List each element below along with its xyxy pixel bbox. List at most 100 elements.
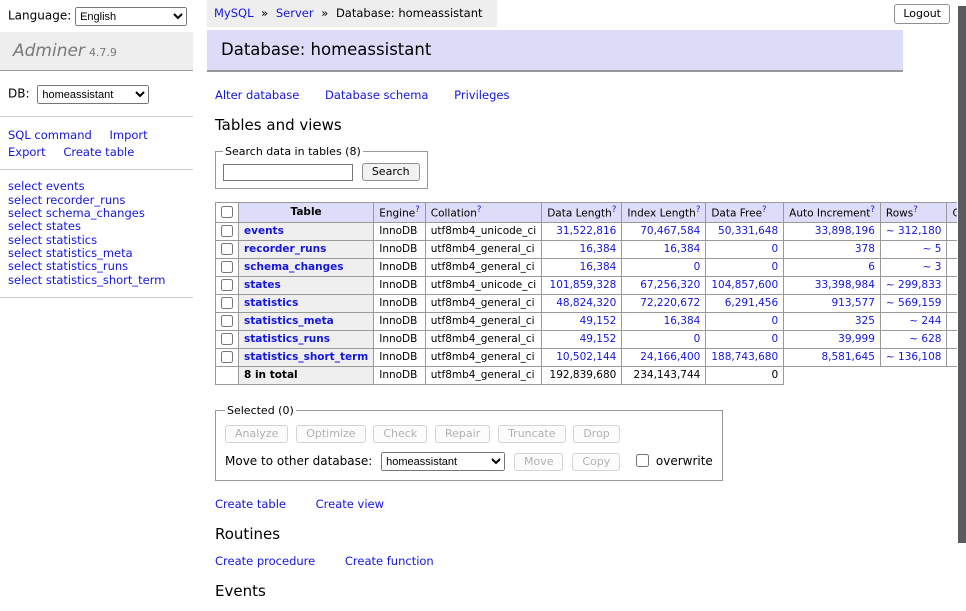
- data-free-link[interactable]: 0: [771, 333, 778, 345]
- rows-link[interactable]: ~ 136,108: [886, 351, 942, 363]
- copy-button[interactable]: Copy: [572, 453, 620, 471]
- index-length-link[interactable]: 67,256,320: [640, 279, 700, 291]
- sidebar-link-sql-command[interactable]: SQL command: [8, 128, 92, 142]
- optimize-button[interactable]: Optimize: [296, 425, 365, 443]
- index-length-link[interactable]: 0: [694, 261, 701, 273]
- index-length-link[interactable]: 24,166,400: [640, 351, 700, 363]
- row-checkbox[interactable]: [221, 315, 233, 327]
- table-link[interactable]: statistics_runs: [244, 333, 330, 345]
- auto-increment-link[interactable]: 913,577: [832, 297, 875, 309]
- data-length-link[interactable]: 31,522,816: [556, 225, 616, 237]
- database-schema-link[interactable]: Database schema: [325, 88, 428, 102]
- row-checkbox[interactable]: [221, 279, 233, 291]
- data-length-link[interactable]: 101,859,328: [550, 279, 617, 291]
- auto-increment-link[interactable]: 378: [855, 243, 875, 255]
- sidebar-link-import[interactable]: Import: [109, 128, 147, 142]
- data-length-link[interactable]: 16,384: [580, 243, 617, 255]
- logout-button[interactable]: Logout: [894, 4, 950, 24]
- sidebar-select-statistics-meta[interactable]: select statistics_meta: [8, 247, 185, 260]
- help-icon[interactable]: ?: [612, 205, 617, 215]
- language-select[interactable]: English: [75, 7, 187, 26]
- sidebar-select-statistics-short-term[interactable]: select statistics_short_term: [8, 274, 185, 287]
- index-length-link[interactable]: 16,384: [664, 243, 701, 255]
- index-length-link[interactable]: 70,467,584: [640, 225, 700, 237]
- data-free-link[interactable]: 6,291,456: [725, 297, 778, 309]
- sidebar-select-recorder-runs[interactable]: select recorder_runs: [8, 194, 185, 207]
- breadcrumb-mysql[interactable]: MySQL: [214, 6, 254, 20]
- data-length-link[interactable]: 16,384: [580, 261, 617, 273]
- rows-link[interactable]: ~ 628: [909, 333, 941, 345]
- rows-link[interactable]: ~ 244: [909, 315, 941, 327]
- data-free-link[interactable]: 104,857,600: [711, 279, 778, 291]
- sidebar-link-create-table[interactable]: Create table: [63, 145, 134, 159]
- auto-increment-link[interactable]: 33,898,196: [815, 225, 875, 237]
- create-table-link[interactable]: Create table: [215, 497, 286, 511]
- repair-button[interactable]: Repair: [435, 425, 490, 443]
- sidebar-select-schema-changes[interactable]: select schema_changes: [8, 207, 185, 220]
- rows-link[interactable]: ~ 299,833: [886, 279, 942, 291]
- rows-link[interactable]: ~ 5: [923, 243, 942, 255]
- row-checkbox[interactable]: [221, 333, 233, 345]
- sidebar-select-events[interactable]: select events: [8, 180, 185, 193]
- index-length-link[interactable]: 72,220,672: [640, 297, 700, 309]
- data-free-link[interactable]: 0: [771, 261, 778, 273]
- adminer-logo[interactable]: Adminer: [13, 41, 85, 61]
- table-link[interactable]: statistics_short_term: [244, 351, 368, 363]
- rows-link[interactable]: ~ 3: [923, 261, 942, 273]
- overwrite-checkbox[interactable]: [636, 454, 649, 467]
- analyze-button[interactable]: Analyze: [225, 425, 288, 443]
- table-link[interactable]: states: [244, 279, 281, 291]
- table-link[interactable]: statistics_meta: [244, 315, 334, 327]
- rows-link[interactable]: ~ 569,159: [886, 297, 942, 309]
- search-input[interactable]: [223, 164, 353, 181]
- row-checkbox[interactable]: [221, 261, 233, 273]
- auto-increment-link[interactable]: 39,999: [838, 333, 875, 345]
- row-checkbox[interactable]: [221, 243, 233, 255]
- scrollbar-thumb[interactable]: [958, 6, 966, 543]
- auto-increment-link[interactable]: 325: [855, 315, 875, 327]
- sidebar-link-export[interactable]: Export: [8, 145, 46, 159]
- index-length-link[interactable]: 16,384: [664, 315, 701, 327]
- row-checkbox[interactable]: [221, 297, 233, 309]
- version-link[interactable]: 4.7.9: [89, 46, 117, 59]
- sidebar-select-statistics-runs[interactable]: select statistics_runs: [8, 260, 185, 273]
- auto-increment-link[interactable]: 8,581,645: [821, 351, 874, 363]
- row-checkbox[interactable]: [221, 351, 233, 363]
- rows-link[interactable]: ~ 312,180: [886, 225, 942, 237]
- table-link[interactable]: schema_changes: [244, 261, 344, 273]
- data-length-link[interactable]: 49,152: [580, 333, 617, 345]
- create-function-link[interactable]: Create function: [345, 554, 434, 568]
- select-all-checkbox[interactable]: [221, 206, 233, 218]
- db-select[interactable]: homeassistant: [37, 85, 149, 104]
- move-database-select[interactable]: homeassistant: [381, 452, 505, 471]
- sidebar-select-states[interactable]: select states: [8, 220, 185, 233]
- drop-button[interactable]: Drop: [573, 425, 619, 443]
- create-procedure-link[interactable]: Create procedure: [215, 554, 315, 568]
- help-icon[interactable]: ?: [870, 205, 875, 215]
- privileges-link[interactable]: Privileges: [454, 88, 509, 102]
- move-button[interactable]: Move: [514, 453, 564, 471]
- data-length-link[interactable]: 10,502,144: [556, 351, 616, 363]
- auto-increment-link[interactable]: 33,398,984: [815, 279, 875, 291]
- index-length-link[interactable]: 0: [694, 333, 701, 345]
- table-link[interactable]: events: [244, 225, 284, 237]
- search-button[interactable]: Search: [362, 163, 420, 181]
- help-icon[interactable]: ?: [913, 205, 918, 215]
- help-icon[interactable]: ?: [415, 205, 420, 215]
- row-checkbox[interactable]: [221, 225, 233, 237]
- help-icon[interactable]: ?: [477, 205, 482, 215]
- data-free-link[interactable]: 188,743,680: [711, 351, 778, 363]
- help-icon[interactable]: ?: [696, 205, 701, 215]
- alter-database-link[interactable]: Alter database: [215, 88, 299, 102]
- help-icon[interactable]: ?: [762, 205, 767, 215]
- data-free-link[interactable]: 0: [771, 315, 778, 327]
- table-link[interactable]: recorder_runs: [244, 243, 326, 255]
- data-free-link[interactable]: 0: [771, 243, 778, 255]
- sidebar-select-statistics[interactable]: select statistics: [8, 234, 185, 247]
- create-view-link[interactable]: Create view: [316, 497, 384, 511]
- truncate-button[interactable]: Truncate: [498, 425, 565, 443]
- table-link[interactable]: statistics: [244, 297, 298, 309]
- auto-increment-link[interactable]: 6: [868, 261, 875, 273]
- data-length-link[interactable]: 49,152: [580, 315, 617, 327]
- data-free-link[interactable]: 50,331,648: [718, 225, 778, 237]
